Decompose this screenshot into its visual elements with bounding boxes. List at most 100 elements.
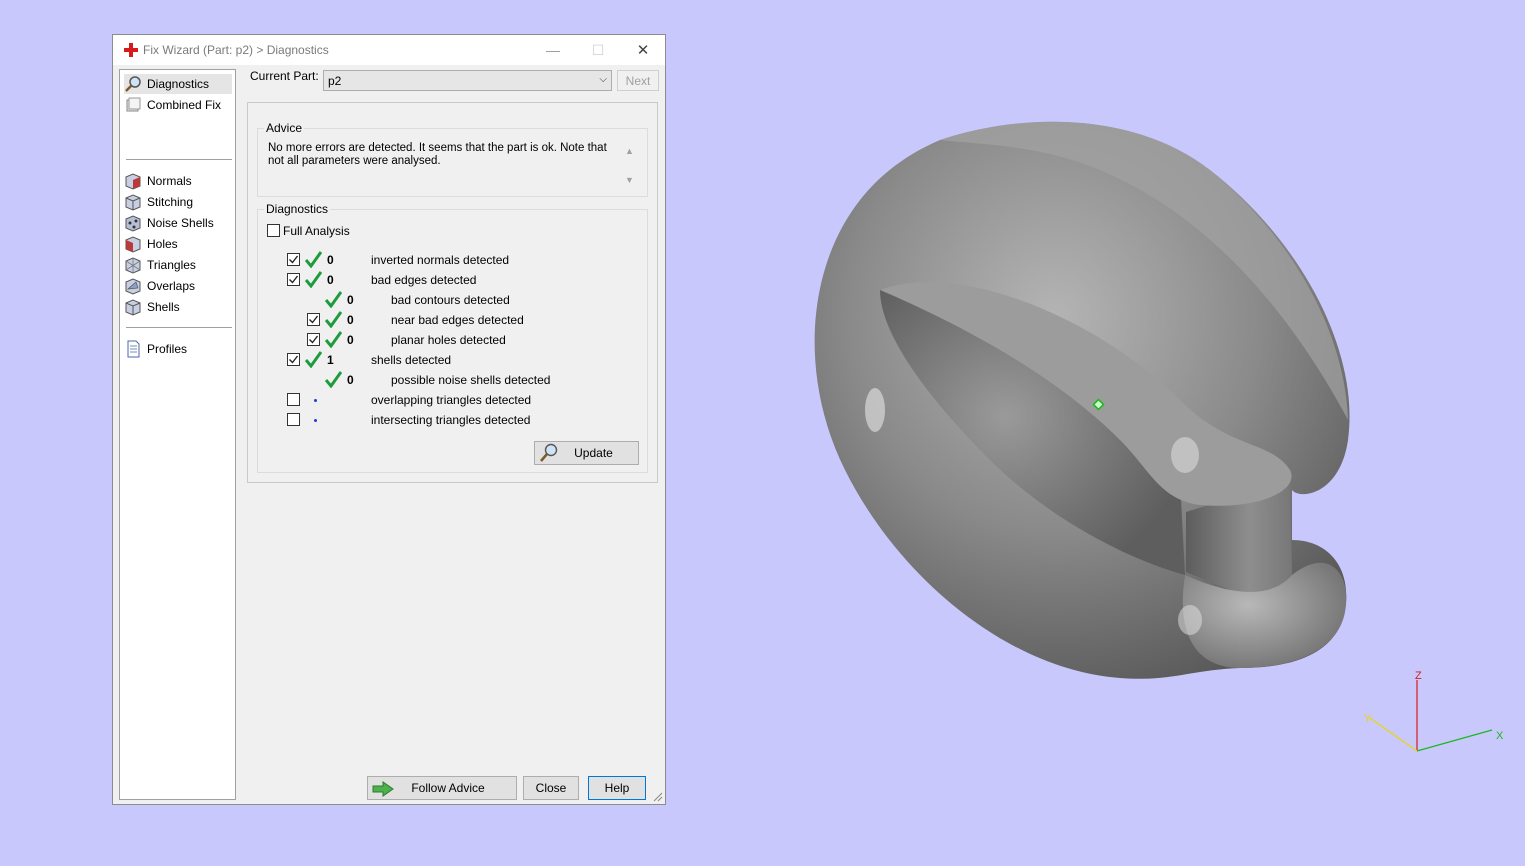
overlapping-triangles-checkbox[interactable] (287, 393, 300, 406)
advice-title: Advice (264, 121, 305, 135)
sidebar-item-combined-fix[interactable]: Combined Fix (124, 95, 232, 115)
overlapping-triangles-label: overlapping triangles detected (371, 393, 532, 407)
sidebar-item-diagnostics[interactable]: Diagnostics (124, 74, 232, 94)
axis-x-label: X (1496, 730, 1504, 742)
ok-check-icon (305, 351, 322, 368)
normals-cube-icon (124, 172, 142, 190)
chevron-down-icon: ⌵ (599, 74, 607, 85)
help-button[interactable]: Help (588, 776, 646, 800)
bad-contours-count: 0 (347, 293, 354, 307)
axis-z-label: Z (1415, 670, 1422, 682)
near-bad-edges-count: 0 (347, 313, 354, 327)
intersecting-triangles-label: intersecting triangles detected (371, 413, 531, 427)
diagnostics-panel: Advice No more errors are detected. It s… (247, 102, 658, 483)
axis-triad: Z X Y (1364, 670, 1504, 752)
close-icon: ✕ (636, 42, 650, 59)
ok-check-icon (325, 371, 342, 388)
bad-edges-label: bad edges detected (371, 273, 477, 287)
fix-wizard-dialog: Fix Wizard (Part: p2) > Diagnostics — ☐ … (112, 34, 666, 805)
sidebar-item-overlaps[interactable]: Overlaps (124, 276, 232, 296)
bad-edges-count: 0 (327, 273, 334, 287)
shells-cube-icon (124, 298, 142, 316)
minimize-icon: — (546, 42, 560, 58)
ok-check-icon (325, 291, 342, 308)
sidebar-item-profiles[interactable]: Profiles (124, 339, 232, 359)
help-button-label: Help (604, 781, 630, 795)
scroll-down-icon[interactable]: ▼ (625, 175, 634, 185)
current-part-value: p2 (328, 74, 342, 88)
current-part-select[interactable]: p2 ⌵ (323, 70, 612, 91)
sidebar-item-stitching[interactable]: Stitching (124, 192, 232, 212)
overlaps-cube-icon (124, 277, 142, 295)
sidebar-item-label: Diagnostics (147, 77, 210, 91)
magnifier-icon (540, 443, 558, 462)
shells-checkbox[interactable] (287, 353, 300, 366)
close-window-button[interactable]: ✕ (620, 35, 666, 65)
not-analysed-dot-icon (314, 399, 317, 402)
full-analysis-label: Full Analysis (283, 224, 350, 238)
fix-wizard-cross-icon (124, 43, 138, 57)
sidebar-item-label: Stitching (147, 195, 194, 209)
holes-cube-icon (124, 235, 142, 253)
diagnostics-group: Diagnostics Full Analysis 0 inverted nor… (257, 202, 648, 473)
advice-text: No more errors are detected. It seems th… (268, 142, 607, 167)
diagnostics-title: Diagnostics (264, 202, 331, 216)
profiles-document-icon (124, 340, 142, 358)
inverted-normals-checkbox[interactable] (287, 253, 300, 266)
planar-holes-checkbox[interactable] (307, 333, 320, 346)
axis-y-label: Y (1364, 713, 1372, 725)
advice-group: Advice No more errors are detected. It s… (257, 121, 648, 197)
close-button-label: Close (535, 781, 567, 795)
full-analysis-checkbox[interactable] (267, 224, 280, 237)
ok-check-icon (305, 271, 322, 288)
sidebar-item-label: Triangles (147, 258, 196, 272)
title-bar[interactable]: Fix Wizard (Part: p2) > Diagnostics — ☐ … (113, 35, 665, 65)
maximize-icon: ☐ (591, 41, 605, 58)
sidebar-item-holes[interactable]: Holes (124, 234, 232, 254)
triangles-cube-icon (124, 256, 142, 274)
planar-holes-count: 0 (347, 333, 354, 347)
ok-check-icon (325, 311, 342, 328)
current-part-label: Current Part: (250, 69, 319, 83)
green-arrow-icon (372, 781, 394, 797)
near-bad-edges-label: near bad edges detected (391, 313, 524, 327)
resize-grip-icon[interactable] (653, 792, 663, 802)
sidebar-item-label: Holes (147, 237, 178, 251)
window-title: Fix Wizard (Part: p2) > Diagnostics (143, 43, 329, 57)
bad-edges-checkbox[interactable] (287, 273, 300, 286)
close-button[interactable]: Close (523, 776, 579, 800)
ok-check-icon (325, 331, 342, 348)
follow-advice-label: Follow Advice (411, 781, 485, 795)
sidebar-item-triangles[interactable]: Triangles (124, 255, 232, 275)
update-button[interactable]: Update (534, 441, 639, 465)
inverted-normals-label: inverted normals detected (371, 253, 510, 267)
shells-label: shells detected (371, 353, 452, 367)
follow-advice-button[interactable]: Follow Advice (367, 776, 517, 800)
update-button-label: Update (574, 446, 613, 460)
intersecting-triangles-checkbox[interactable] (287, 413, 300, 426)
scroll-up-icon[interactable]: ▲ (625, 146, 634, 156)
sidebar-item-label: Shells (147, 300, 180, 314)
sidebar-item-normals[interactable]: Normals (124, 171, 232, 191)
stitching-cube-icon (124, 193, 142, 211)
combined-fix-icon (124, 96, 142, 114)
wizard-sidebar: Diagnostics Combined Fix Normals Stitchi… (119, 69, 236, 800)
maximize-button[interactable]: ☐ (575, 35, 621, 65)
noise-shells-count: 0 (347, 373, 354, 387)
not-analysed-dot-icon (314, 419, 317, 422)
noise-shells-label: possible noise shells detected (391, 373, 551, 387)
bad-contours-label: bad contours detected (391, 293, 510, 307)
sidebar-item-label: Combined Fix (147, 98, 222, 112)
sidebar-item-shells[interactable]: Shells (124, 297, 232, 317)
next-button[interactable]: Next (617, 70, 659, 91)
minimize-button[interactable]: — (530, 35, 576, 65)
shells-count: 1 (327, 353, 334, 367)
near-bad-edges-checkbox[interactable] (307, 313, 320, 326)
sidebar-divider (126, 327, 232, 328)
sidebar-item-label: Profiles (147, 342, 188, 356)
inverted-normals-count: 0 (327, 253, 334, 267)
sidebar-item-noise-shells[interactable]: Noise Shells (124, 213, 232, 233)
sidebar-divider (126, 159, 232, 160)
noise-shells-cube-icon (124, 214, 142, 232)
sidebar-item-label: Overlaps (147, 279, 196, 293)
